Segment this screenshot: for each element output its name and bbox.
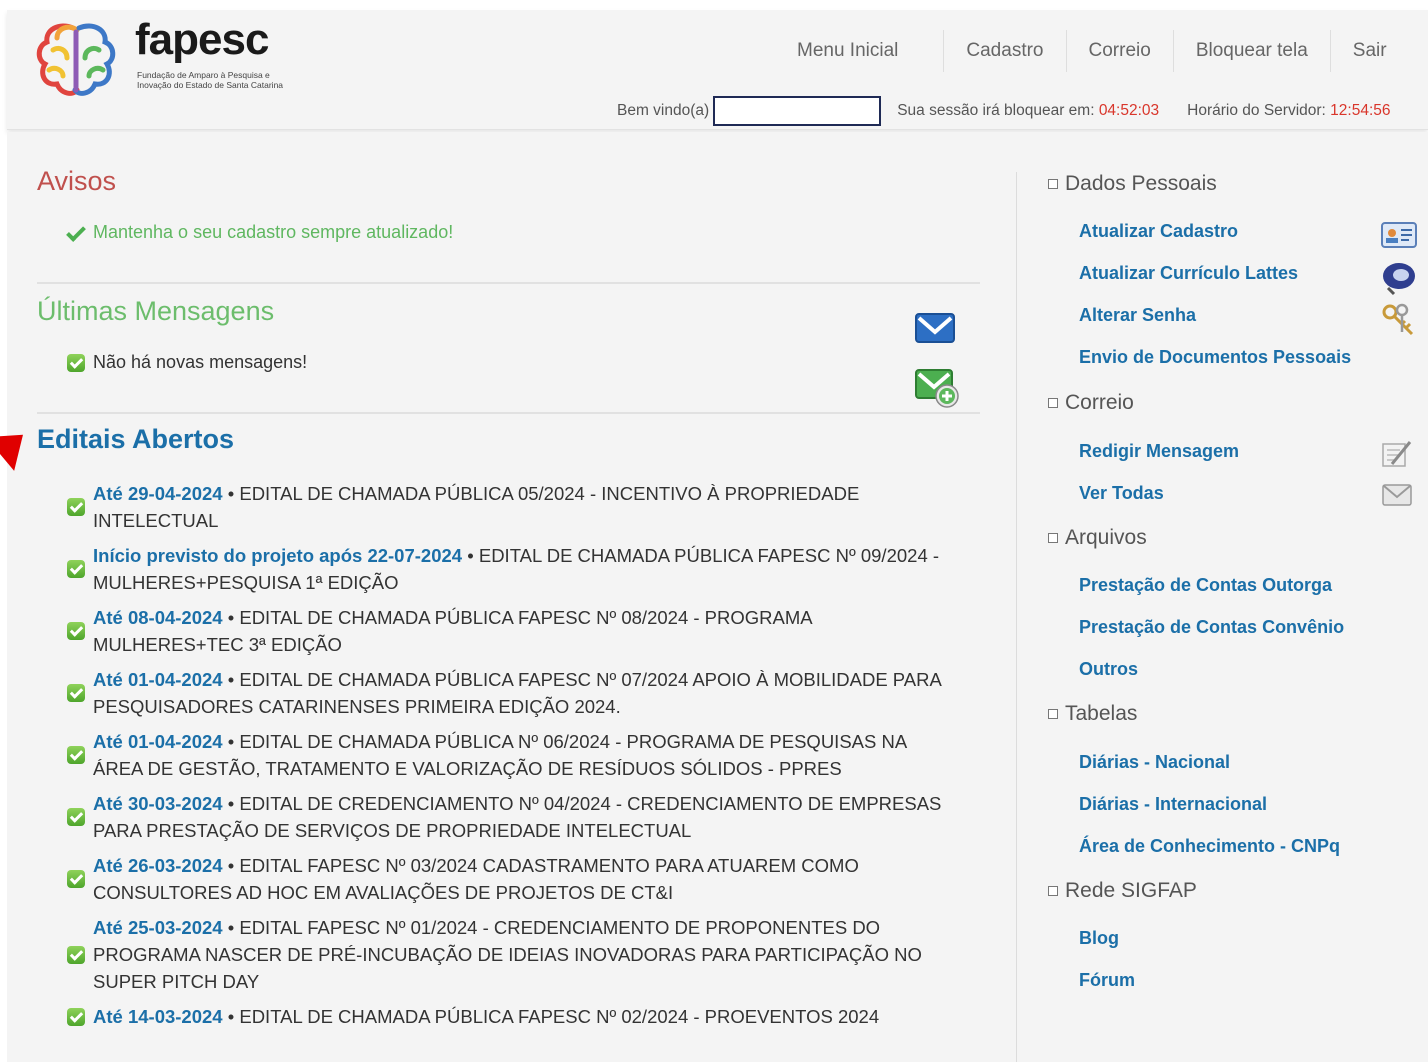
edital-date[interactable]: Até 26-03-2024 (93, 855, 223, 876)
link-area-conhecimento[interactable]: Área de Conhecimento - CNPq (1079, 836, 1340, 857)
tabelas-heading: Tabelas (1048, 702, 1137, 726)
edital-date[interactable]: Até 30-03-2024 (93, 793, 223, 814)
editais-list: Até 29-04-2024 • EDITAL DE CHAMADA PÚBLI… (67, 480, 967, 1038)
avisos-heading: Avisos (37, 166, 117, 196)
brand-subtitle: Fundação de Amparo à Pesquisa e Inovação… (137, 70, 284, 90)
edital-item[interactable]: Até 08-04-2024 • EDITAL DE CHAMADA PÚBLI… (67, 604, 967, 658)
check-icon (67, 808, 85, 826)
checkmark-icon (63, 224, 85, 242)
nav-bloquear-tela[interactable]: Bloquear tela (1174, 30, 1331, 72)
section-divider (37, 412, 980, 414)
collapse-box-icon (1048, 533, 1058, 543)
column-divider (1016, 172, 1017, 1062)
top-navigation: Menu Inicial Cadastro Correio Bloquear t… (767, 30, 1428, 72)
mensagens-item: Não há novas mensagens! (67, 352, 307, 373)
main-content: Avisos Mantenha o seu cadastro sempre at… (7, 132, 1428, 1062)
mail-icon[interactable] (913, 308, 957, 348)
correio-heading: Correio (1048, 391, 1134, 415)
link-outros[interactable]: Outros (1079, 659, 1138, 680)
link-prestacao-contas-outorga[interactable]: Prestação de Contas Outorga (1079, 575, 1332, 596)
link-ver-todas[interactable]: Ver Todas (1079, 483, 1164, 504)
edital-item[interactable]: Até 14-03-2024 • EDITAL DE CHAMADA PÚBLI… (67, 1003, 967, 1030)
edital-date[interactable]: Até 01-04-2024 (93, 669, 223, 690)
welcome-label: Bem vindo(a) (617, 102, 710, 119)
edital-title: EDITAL DE CHAMADA PÚBLICA FAPESC Nº 02/2… (239, 1006, 880, 1027)
server-time-label: Horário do Servidor: (1187, 102, 1326, 119)
mensagens-heading: Últimas Mensagens (37, 296, 275, 326)
link-alterar-senha[interactable]: Alterar Senha (1079, 305, 1196, 326)
edital-item[interactable]: Até 29-04-2024 • EDITAL DE CHAMADA PÚBLI… (67, 480, 967, 534)
aviso-item: Mantenha o seu cadastro sempre atualizad… (63, 222, 453, 243)
check-icon (67, 353, 85, 372)
edital-date[interactable]: Até 29-04-2024 (93, 483, 223, 504)
collapse-box-icon (1048, 709, 1058, 719)
brand-name: fapesc (135, 15, 269, 64)
check-icon (67, 560, 85, 578)
edital-item[interactable]: Até 01-04-2024 • EDITAL DE CHAMADA PÚBLI… (67, 666, 967, 720)
nav-cadastro[interactable]: Cadastro (944, 30, 1067, 72)
fapesc-logo[interactable]: fapesc Fundação de Amparo à Pesquisa e I… (33, 15, 303, 108)
welcome-user-box (713, 96, 882, 126)
arquivos-heading: Arquivos (1048, 526, 1147, 550)
dados-pessoais-heading: Dados Pessoais (1048, 172, 1217, 196)
keys-icon[interactable] (1380, 302, 1418, 338)
session-status-bar: Bem vindo(a) Sua sessão irá bloquear em:… (617, 96, 1428, 126)
session-lock-label: Sua sessão irá bloquear em: (897, 102, 1095, 119)
check-icon (67, 498, 85, 516)
id-card-icon[interactable] (1380, 218, 1418, 252)
link-atualizar-curriculo-lattes[interactable]: Atualizar Currículo Lattes (1079, 263, 1298, 284)
top-header: fapesc Fundação de Amparo à Pesquisa e I… (7, 10, 1428, 130)
edital-item[interactable]: Até 25-03-2024 • EDITAL FAPESC Nº 01/202… (67, 914, 967, 995)
edital-date[interactable]: Até 08-04-2024 (93, 607, 223, 628)
collapse-box-icon (1048, 398, 1058, 408)
compose-icon[interactable] (1380, 438, 1414, 470)
edital-date[interactable]: Até 25-03-2024 (93, 917, 223, 938)
edital-date[interactable]: Até 01-04-2024 (93, 731, 223, 752)
nav-sair[interactable]: Sair (1331, 30, 1409, 72)
nav-correio[interactable]: Correio (1067, 30, 1174, 72)
link-redigir-mensagem[interactable]: Redigir Mensagem (1079, 441, 1239, 462)
check-icon (67, 870, 85, 888)
link-atualizar-cadastro[interactable]: Atualizar Cadastro (1079, 221, 1238, 242)
check-icon (67, 622, 85, 640)
edital-item[interactable]: Até 26-03-2024 • EDITAL FAPESC Nº 03/202… (67, 852, 967, 906)
aviso-text: Mantenha o seu cadastro sempre atualizad… (93, 222, 454, 242)
edital-item[interactable]: Até 01-04-2024 • EDITAL DE CHAMADA PÚBLI… (67, 728, 967, 782)
link-envio-documentos[interactable]: Envio de Documentos Pessoais (1079, 347, 1351, 368)
check-icon (67, 1007, 85, 1026)
edital-item[interactable]: Início previsto do projeto após 22-07-20… (67, 542, 967, 596)
check-icon (67, 945, 85, 964)
edital-date[interactable]: Até 14-03-2024 (93, 1006, 223, 1027)
edital-item[interactable]: Até 30-03-2024 • EDITAL DE CREDENCIAMENT… (67, 790, 967, 844)
new-mail-icon[interactable] (913, 366, 961, 410)
editais-heading: Editais Abertos (37, 424, 235, 454)
mail-gray-icon[interactable] (1380, 480, 1414, 510)
section-divider (37, 282, 980, 284)
collapse-box-icon (1048, 179, 1058, 189)
mensagens-text: Não há novas mensagens! (93, 352, 308, 372)
nav-menu-inicial[interactable]: Menu Inicial (767, 30, 945, 72)
link-forum[interactable]: Fórum (1079, 970, 1135, 991)
link-diarias-nacional[interactable]: Diárias - Nacional (1079, 752, 1230, 773)
rede-sigfap-heading: Rede SIGFAP (1048, 879, 1197, 903)
lattes-icon[interactable] (1380, 260, 1418, 296)
link-blog[interactable]: Blog (1079, 928, 1119, 949)
link-prestacao-contas-convenio[interactable]: Prestação de Contas Convênio (1079, 617, 1344, 638)
brain-logo-icon (36, 23, 116, 96)
check-icon (67, 746, 85, 764)
collapse-box-icon (1048, 886, 1058, 896)
session-lock-timer: 04:52:03 (1098, 102, 1160, 119)
link-diarias-internacional[interactable]: Diárias - Internacional (1079, 794, 1267, 815)
edital-date[interactable]: Início previsto do projeto após 22-07-20… (93, 545, 462, 566)
server-time-value: 12:54:56 (1330, 102, 1391, 119)
check-icon (67, 684, 85, 702)
